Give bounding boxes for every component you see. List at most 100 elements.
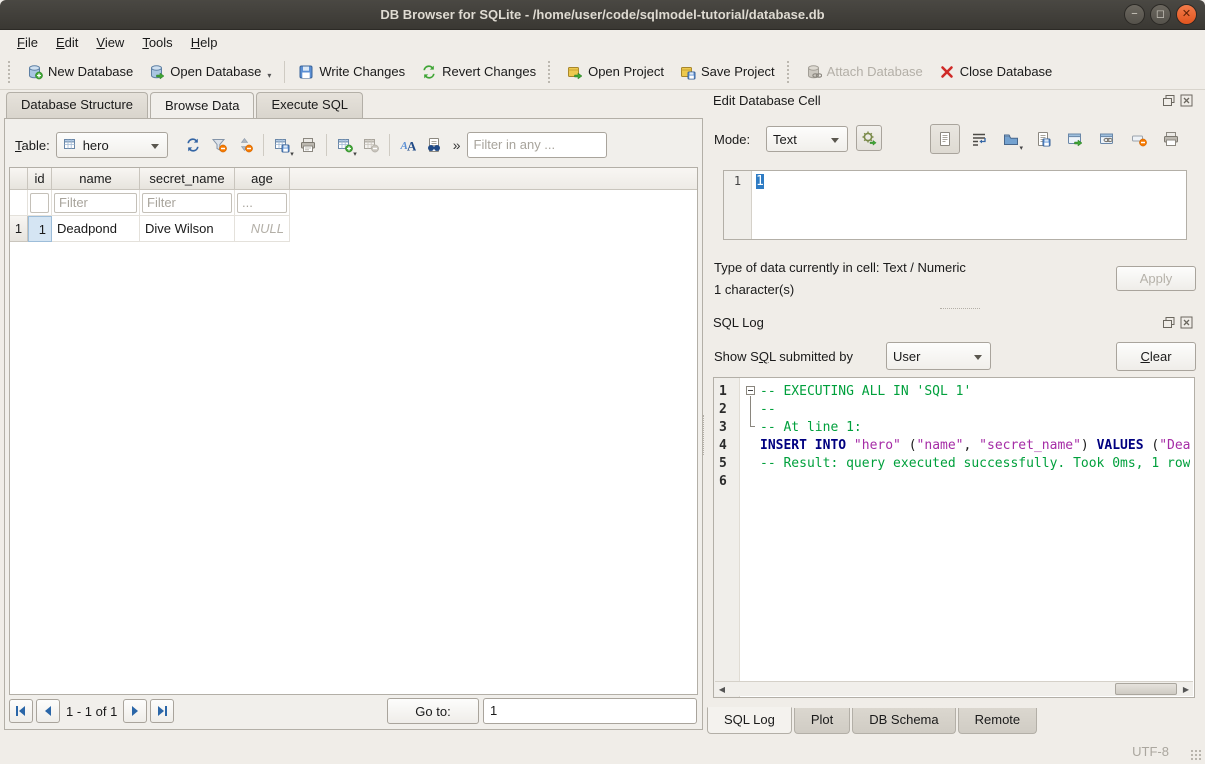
cell-id[interactable]: 1	[28, 216, 52, 242]
filter-input-age[interactable]: ...	[237, 193, 287, 213]
tab-browse-data[interactable]: Browse Data	[150, 92, 254, 118]
grid-header-row: idnamesecret_nameage	[10, 168, 697, 190]
cell-age[interactable]: NULL	[235, 216, 290, 242]
goto-button[interactable]: Go to:	[387, 698, 479, 724]
menu-tools[interactable]: Tools	[133, 32, 181, 53]
title-bar: DB Browser for SQLite - /home/user/code/…	[0, 0, 1205, 30]
sql-log-view[interactable]: ◀ ▶ 1-- EXECUTING ALL IN 'SQL 1'2--3-- A…	[713, 377, 1195, 698]
tab-remote[interactable]: Remote	[958, 708, 1038, 734]
save-results-button[interactable]: ▾	[269, 132, 295, 158]
new-database-button[interactable]: New Database	[19, 60, 141, 84]
open-database-label: Open Database	[170, 64, 261, 79]
scroll-left-arrow[interactable]: ◀	[715, 683, 729, 695]
close-dock-icon[interactable]	[1180, 316, 1194, 330]
sql-log-horizontal-scrollbar[interactable]: ◀ ▶	[715, 681, 1193, 696]
global-filter-input[interactable]: Filter in any ...	[467, 132, 607, 158]
table-select[interactable]: hero	[56, 132, 168, 158]
clear-log-button[interactable]: Clear	[1116, 342, 1196, 371]
attach-database-button: Attach Database	[798, 60, 931, 84]
mode-select[interactable]: Text	[766, 126, 848, 152]
text-mode-button[interactable]	[930, 124, 960, 154]
close-button[interactable]: ✕	[1176, 4, 1197, 25]
bottom-tab-bar: SQL LogPlotDB SchemaRemote	[707, 708, 1039, 734]
horizontal-splitter-handle[interactable]	[940, 308, 980, 312]
prev-record-button[interactable]	[36, 699, 60, 723]
float-dock-icon[interactable]	[1162, 94, 1176, 108]
filter-input-name[interactable]: Filter	[54, 193, 137, 213]
maximize-button[interactable]: ◻	[1150, 4, 1171, 25]
open-external-button[interactable]	[1094, 126, 1120, 152]
open-database-button[interactable]: Open Database▾	[141, 60, 279, 84]
gear-arrow-icon	[861, 130, 877, 146]
tab-execute-sql[interactable]: Execute SQL	[256, 92, 363, 118]
column-header-id[interactable]: id	[28, 168, 52, 190]
menu-help[interactable]: Help	[182, 32, 227, 53]
status-bar: UTF-8	[0, 738, 1205, 764]
sql-log-source-select[interactable]: User	[886, 342, 991, 370]
sql-log-source-value: User	[893, 349, 920, 364]
new-database-icon	[27, 64, 43, 80]
row-number[interactable]: 1	[10, 216, 28, 242]
chevron-down-icon	[974, 355, 982, 360]
chevron-down-icon: ▾	[290, 150, 294, 158]
clear-filters-icon	[211, 137, 227, 153]
resize-grip[interactable]	[1190, 749, 1202, 761]
tab-database-structure[interactable]: Database Structure	[6, 92, 148, 118]
log-line: -- Result: query executed successfully. …	[760, 456, 1190, 474]
column-header-name[interactable]: name	[52, 168, 140, 190]
menu-view[interactable]: View	[87, 32, 133, 53]
vertical-splitter-handle[interactable]	[703, 415, 706, 455]
toolbar-overflow-chevron[interactable]: »	[453, 137, 461, 153]
filter-input-secret_name[interactable]: Filter	[142, 193, 232, 213]
tab-plot[interactable]: Plot	[794, 708, 850, 734]
goto-input[interactable]: 1	[483, 698, 697, 724]
menu-edit[interactable]: Edit	[47, 32, 87, 53]
filter-input-id[interactable]	[30, 193, 49, 213]
cell-editor-line-number: 1	[724, 171, 752, 239]
new-database-label: New Database	[48, 64, 133, 79]
float-dock-icon[interactable]	[1162, 316, 1176, 330]
fold-marker-icon[interactable]	[746, 386, 755, 395]
next-record-button[interactable]	[123, 699, 147, 723]
encoding-indicator[interactable]: UTF-8	[1132, 744, 1169, 759]
first-record-button[interactable]	[9, 699, 33, 723]
close-dock-icon[interactable]	[1180, 94, 1194, 108]
clear-filters-button[interactable]	[206, 132, 232, 158]
write-changes-button[interactable]: Write Changes	[290, 60, 413, 84]
apply-button-label: Apply	[1140, 271, 1173, 286]
log-line	[760, 474, 1190, 492]
scroll-right-arrow[interactable]: ▶	[1179, 683, 1193, 695]
minimize-button[interactable]: −	[1124, 4, 1145, 25]
cell-secret_name[interactable]: Dive Wilson	[140, 216, 235, 242]
apply-data-button[interactable]	[1062, 126, 1088, 152]
auto-mode-button[interactable]	[856, 125, 882, 151]
print-button[interactable]	[295, 132, 321, 158]
chevron-down-icon	[831, 138, 839, 143]
export-data-button[interactable]	[1030, 126, 1056, 152]
find-in-table-button[interactable]	[421, 132, 447, 158]
refresh-button[interactable]	[180, 132, 206, 158]
word-wrap-button[interactable]	[966, 126, 992, 152]
apply-button[interactable]: Apply	[1116, 266, 1196, 291]
cell-editor[interactable]: 1 1	[723, 170, 1187, 240]
column-header-secret_name[interactable]: secret_name	[140, 168, 235, 190]
close-database-button[interactable]: Close Database	[931, 60, 1061, 84]
svg-text:A: A	[407, 139, 416, 154]
scrollbar-thumb[interactable]	[1115, 683, 1177, 695]
tab-sql-log[interactable]: SQL Log	[707, 707, 792, 734]
import-data-button[interactable]: ▾	[998, 126, 1024, 152]
font-format-button[interactable]: AA	[395, 132, 421, 158]
open-project-button[interactable]: Open Project	[559, 60, 672, 84]
last-record-button[interactable]	[150, 699, 174, 723]
column-header-age[interactable]: age	[235, 168, 290, 190]
cell-name[interactable]: Deadpond	[52, 216, 140, 242]
revert-changes-button[interactable]: Revert Changes	[413, 60, 544, 84]
tab-db-schema[interactable]: DB Schema	[852, 708, 955, 734]
set-null-button[interactable]	[1126, 126, 1152, 152]
menu-file[interactable]: File	[8, 32, 47, 53]
save-project-button[interactable]: Save Project	[672, 60, 783, 84]
new-record-button[interactable]: ▾	[332, 132, 358, 158]
clear-sorting-button[interactable]	[232, 132, 258, 158]
sql-segment-comment: --	[760, 402, 776, 417]
print-cell-button[interactable]	[1158, 126, 1184, 152]
